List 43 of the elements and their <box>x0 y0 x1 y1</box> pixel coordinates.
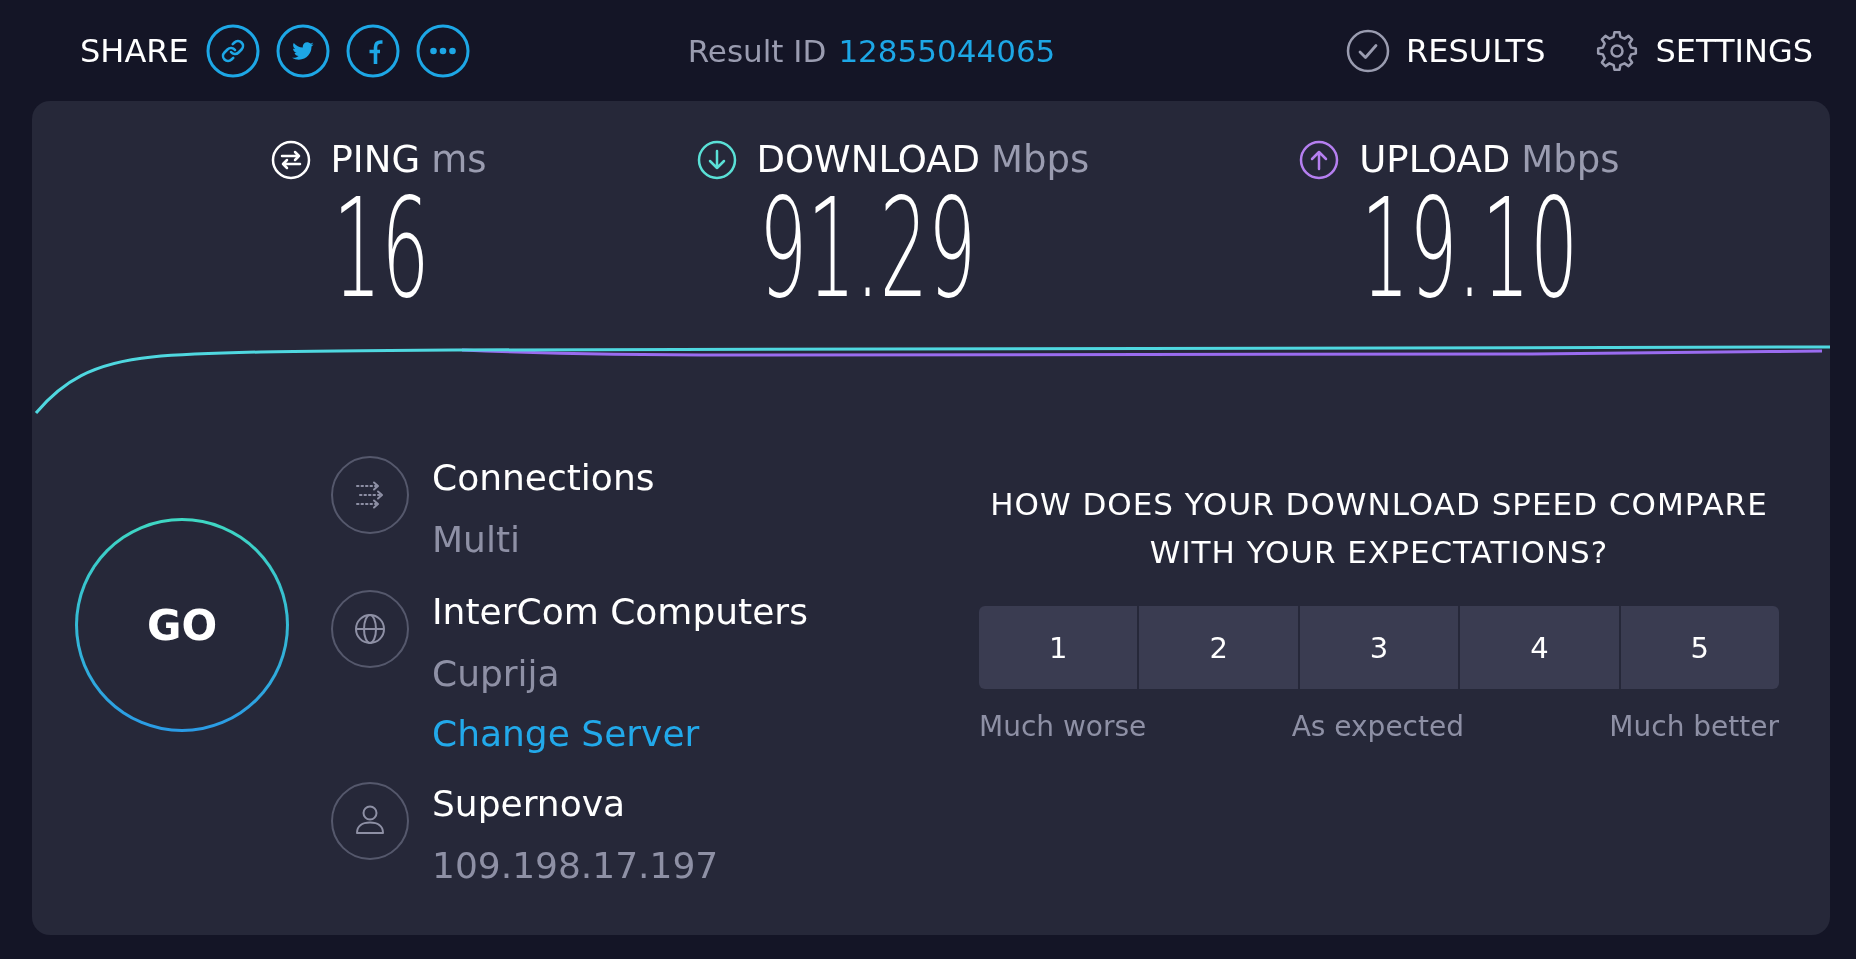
result-id-link[interactable]: 12855044065 <box>838 32 1056 69</box>
settings-icon <box>1595 28 1640 73</box>
globe-icon <box>330 589 410 669</box>
share-label: SHARE <box>80 31 189 70</box>
info-subtitle: Multi <box>432 518 520 562</box>
metric-unit: Mbps <box>991 138 1090 181</box>
metric-unit: ms <box>431 138 487 181</box>
rating-button[interactable]: 4 <box>1460 606 1619 689</box>
info-subtitle: 109.198.17.197 <box>432 844 719 888</box>
share-button[interactable] <box>415 23 470 78</box>
rating-button[interactable]: 2 <box>1139 606 1298 689</box>
scale-label: Much better <box>1609 709 1779 745</box>
metric-label: DOWNLOAD <box>756 138 980 181</box>
share-button[interactable] <box>205 23 260 78</box>
info-subtitle: Cuprija <box>432 652 560 696</box>
metric-value: 19.10 <box>1361 180 1579 318</box>
link-icon <box>205 23 260 78</box>
share-button[interactable] <box>275 23 330 78</box>
rating-button[interactable]: 3 <box>1299 606 1459 689</box>
scale-label: Much worse <box>979 709 1147 745</box>
bird-icon <box>275 23 330 78</box>
rating-button[interactable]: 5 <box>1620 606 1780 689</box>
info-title: Supernova <box>432 782 626 826</box>
f-logo-icon <box>345 23 400 78</box>
rating-button[interactable]: 1 <box>979 606 1138 689</box>
metric-label: PING <box>330 138 421 181</box>
person-icon <box>330 781 410 861</box>
metric-label: UPLOAD <box>1359 138 1511 181</box>
info-title: Connections <box>432 456 655 500</box>
scale-label: As expected <box>1291 709 1464 745</box>
survey-question: HOW DOES YOUR DOWNLOAD SPEED COMPARE WITH YOUR EXPECTATIONS? <box>989 485 1769 572</box>
result-id-label: Result ID <box>687 32 827 69</box>
share-button[interactable] <box>345 23 400 78</box>
info-title: InterCom Computers <box>432 590 808 634</box>
check-circle-icon <box>1346 28 1390 73</box>
change-server-link[interactable]: Change Server <box>432 705 700 763</box>
results-button[interactable]: RESULTS <box>1346 28 1546 73</box>
metric-value: 91.29 <box>758 180 976 318</box>
metric-value: 16 <box>332 180 430 318</box>
more-icon <box>415 23 470 78</box>
dotted-arrows-icon <box>330 455 410 535</box>
settings-button[interactable]: SETTINGS <box>1595 28 1813 73</box>
metric-unit: Mbps <box>1521 138 1620 181</box>
